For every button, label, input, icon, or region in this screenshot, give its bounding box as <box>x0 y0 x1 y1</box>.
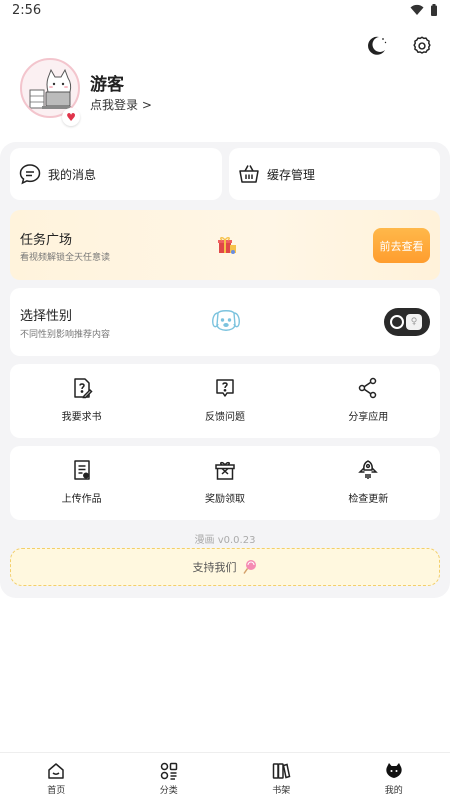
my-messages-card[interactable]: 我的消息 <box>10 148 222 200</box>
night-mode-icon[interactable] <box>364 34 388 58</box>
message-bubble-icon <box>19 164 41 185</box>
dog-face-icon <box>212 310 240 331</box>
username: 游客 <box>90 75 124 95</box>
nav-category-label: 分类 <box>159 786 178 796</box>
rocket-icon <box>358 460 379 479</box>
version-text: 漫画 v0.0.23 <box>194 535 256 546</box>
my-messages-label: 我的消息 <box>48 167 97 182</box>
nav-mine-label: 我的 <box>384 786 403 796</box>
female-symbol-icon: ♀ <box>406 314 422 330</box>
cache-management-card[interactable]: 缓存管理 <box>229 148 440 200</box>
settings-gear-icon[interactable] <box>410 34 434 58</box>
gift-box-icon <box>215 461 235 480</box>
upload-work-label: 上传作品 <box>61 494 102 505</box>
feedback-item[interactable]: 反馈问题 <box>153 364 296 438</box>
top-actions <box>364 34 434 58</box>
login-link[interactable]: 点我登录 > <box>90 96 152 113</box>
request-book-label: 我要求书 <box>61 412 102 423</box>
feature-grid-2: 上传作品 奖励领取 检查更新 <box>10 446 440 520</box>
share-icon <box>359 377 377 399</box>
nav-category[interactable]: 分类 <box>113 753 226 800</box>
toggle-knob <box>390 315 404 329</box>
battery-icon <box>431 4 437 16</box>
reward-claim-label: 奖励领取 <box>204 494 245 505</box>
gift-icon <box>218 237 236 254</box>
category-icon <box>160 762 177 780</box>
cache-management-label: 缓存管理 <box>267 167 316 182</box>
wifi-icon <box>410 4 424 15</box>
bottom-nav: 首页 分类 书架 我的 <box>0 752 450 800</box>
nav-bookshelf[interactable]: 书架 <box>225 753 338 800</box>
go-check-button[interactable]: 前去查看 <box>373 228 430 263</box>
support-us-label: 支持我们 <box>192 561 237 574</box>
share-app-item[interactable]: 分享应用 <box>297 364 440 438</box>
status-bar: 2:56 <box>0 0 450 22</box>
question-box-icon <box>216 379 234 397</box>
gender-subtitle: 不同性别影响推荐内容 <box>20 330 111 340</box>
check-update-item[interactable]: 检查更新 <box>297 446 440 520</box>
support-us-button[interactable]: 支持我们 <box>10 548 440 586</box>
basket-icon <box>239 165 259 183</box>
feature-grid-1: 我要求书 反馈问题 分享应用 <box>10 364 440 438</box>
nav-mine[interactable]: 我的 <box>338 753 450 800</box>
profile-cat-icon <box>386 763 402 778</box>
share-app-label: 分享应用 <box>348 412 389 423</box>
nav-home[interactable]: 首页 <box>0 753 113 800</box>
task-square-card[interactable]: 任务广场 看视频解锁全天任意读 前去查看 <box>10 210 440 280</box>
upload-work-item[interactable]: 上传作品 <box>10 446 153 520</box>
bookshelf-icon <box>273 763 291 779</box>
feedback-label: 反馈问题 <box>204 412 245 423</box>
upload-doc-icon <box>73 460 90 480</box>
home-icon <box>48 763 64 779</box>
status-icons <box>410 4 438 16</box>
lollipop-icon <box>242 560 256 574</box>
request-book-item[interactable]: 我要求书 <box>10 364 153 438</box>
check-update-label: 检查更新 <box>348 494 389 505</box>
profile-header: ♥ 游客 点我登录 > <box>20 58 320 128</box>
nav-home-label: 首页 <box>47 786 66 796</box>
status-time: 2:56 <box>12 3 42 18</box>
gender-select-card: 选择性别 不同性别影响推荐内容 ♀ <box>10 288 440 356</box>
heart-badge-icon: ♥ <box>62 108 80 126</box>
gender-title: 选择性别 <box>20 309 73 324</box>
nav-bookshelf-label: 书架 <box>272 786 291 796</box>
reward-claim-item[interactable]: 奖励领取 <box>153 446 296 520</box>
gender-toggle[interactable]: ♀ <box>384 308 430 336</box>
edit-doc-icon <box>73 378 93 399</box>
task-subtitle: 看视频解锁全天任意读 <box>20 253 111 263</box>
main-panel: 我的消息 缓存管理 任务广场 看视频解锁全天任意读 前去查看 选择性别 不同性别… <box>0 142 450 598</box>
task-title: 任务广场 <box>20 233 73 248</box>
